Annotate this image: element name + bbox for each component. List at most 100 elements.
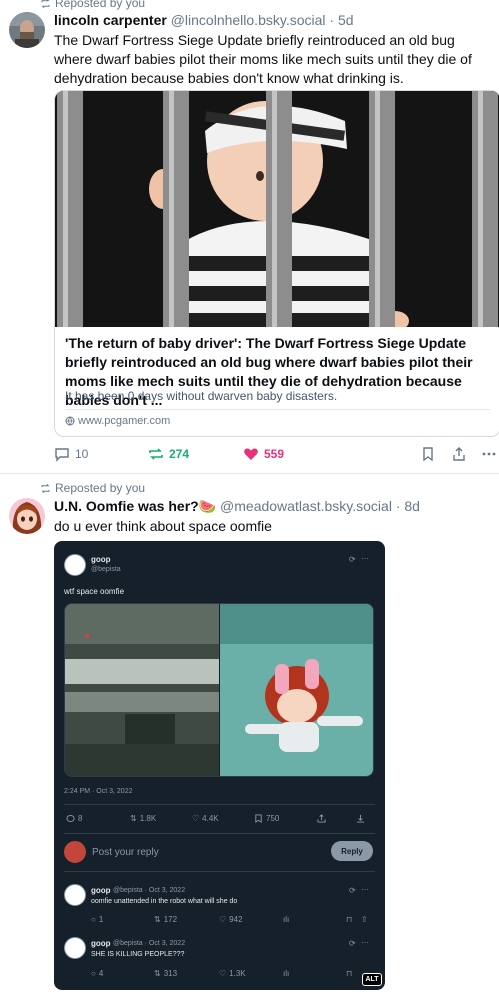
bookmark-icon — [423, 447, 433, 462]
more-icon: ··· — [361, 885, 369, 894]
repost-count: 274 — [169, 447, 190, 461]
like-count: 559 — [264, 447, 285, 461]
sync-icon: ⟳ — [349, 939, 356, 948]
repost-button[interactable]: 274 — [148, 446, 189, 462]
tweet-like-stat: ♡ 4.4K — [192, 814, 219, 823]
share-icon — [453, 447, 465, 461]
repost-icon — [41, 0, 50, 8]
tweet-divider — [64, 833, 375, 834]
embedded-image[interactable]: goop @bepista ⟳ ··· wtf space oomfie 2:2… — [54, 541, 385, 990]
like-button[interactable]: 559 — [243, 446, 284, 462]
avatar[interactable] — [9, 498, 45, 534]
repost-icon — [149, 448, 163, 460]
embed-domain: www.pcgamer.com — [65, 415, 170, 427]
post-header: lincoln carpenter @lincolnhello.bsky.soc… — [54, 12, 354, 28]
author-handle[interactable]: @lincolnhello.bsky.social — [171, 12, 326, 28]
bookmark-icon: ⊓ — [346, 969, 353, 978]
more-icon: ··· — [361, 938, 369, 947]
tweet-views-stat: 750 — [254, 814, 279, 823]
reply-like-count: 942 — [229, 915, 243, 924]
repost-indicator: Reposted by you — [40, 481, 145, 495]
share-icon — [317, 814, 326, 823]
tweet-divider — [64, 804, 375, 805]
post-text: The Dwarf Fortress Siege Update briefly … — [54, 32, 472, 86]
feed-post[interactable]: Reposted by you lincoln carpenter @linco… — [0, 0, 499, 472]
embed-description: It has been 0 days without dwarven baby … — [65, 389, 338, 403]
reply-stat-likes: ♡ 1.3K — [219, 969, 246, 978]
repost-indicator: Reposted by you — [40, 0, 145, 10]
avatar[interactable] — [9, 12, 45, 48]
reply-submit-button: Reply — [331, 841, 373, 861]
analytics-icon: ılı — [283, 915, 290, 924]
more-options-button[interactable] — [481, 446, 497, 462]
reply-count: 10 — [75, 447, 89, 461]
tweet-retweet-stat: ⇅ 1.8K — [130, 814, 156, 823]
tweet-like-count: 4.4K — [202, 814, 219, 823]
embed-thumbnail — [55, 91, 499, 327]
reply-author-name: goop — [91, 939, 111, 948]
tweet-text: wtf space oomfie — [64, 587, 125, 596]
tweet-timestamp: 2:24 PM · Oct 3, 2022 — [64, 788, 133, 795]
reply-reply-count: 4 — [98, 969, 104, 978]
post-text: do u ever think about space oomfie — [54, 518, 272, 534]
reply-reply-count: 1 — [98, 915, 104, 924]
author-name[interactable]: U.N. Oomfie was her?🍉 — [54, 498, 216, 514]
repost-label: Reposted by you — [55, 0, 146, 10]
embed-domain-text: www.pcgamer.com — [78, 415, 171, 427]
sync-icon: ⟳ — [349, 886, 356, 895]
more-icon: ··· — [361, 554, 369, 563]
tweet-retweet-count: 1.8K — [139, 814, 157, 823]
globe-icon — [65, 416, 75, 426]
reply-retweet-count: 313 — [163, 969, 178, 978]
tweet-reply-count: 8 — [78, 814, 83, 823]
heart-outline-icon: ♡ — [192, 814, 200, 823]
heart-icon — [244, 448, 258, 460]
sync-icon: ⟳ — [349, 555, 356, 564]
reply-avatar — [64, 884, 86, 906]
author-handle[interactable]: @meadowatlast.bsky.social — [220, 498, 392, 514]
reply-text: oomfie unattended in the robot what will… — [91, 898, 238, 905]
analytics-icon: ılı — [283, 969, 290, 978]
reply-stat-replies: ○ 4 — [91, 969, 104, 978]
reply-composer-avatar — [64, 841, 86, 863]
tweet-avatar — [64, 554, 86, 576]
tweet-view-count: 750 — [266, 814, 280, 823]
repost-label: Reposted by you — [55, 481, 146, 495]
author-name[interactable]: lincoln carpenter — [54, 12, 167, 28]
post-actions: 10 274 559 — [54, 446, 499, 466]
reply-author-name: goop — [91, 886, 111, 895]
repost-icon — [41, 483, 50, 493]
download-icon — [356, 814, 365, 823]
reply-avatar — [64, 937, 86, 959]
share-icon: ⇧ — [361, 915, 368, 924]
reply-button[interactable]: 10 — [54, 446, 88, 462]
retweet-icon: ⇅ — [130, 814, 137, 823]
reply-stat-retweets: ⇅ 172 — [154, 915, 178, 924]
tweet-reply-stat: 8 — [66, 814, 82, 823]
post-time[interactable]: · 8d — [396, 498, 420, 514]
link-embed-card[interactable]: 'The return of baby driver': The Dwarf F… — [54, 90, 499, 437]
reply-meta: @bepista · Oct 3, 2022 — [113, 940, 186, 947]
reply-text: SHE IS KILLING PEOPLE??? — [91, 951, 185, 958]
post-time[interactable]: · 5d — [329, 12, 353, 28]
tweet-author-name: goop — [91, 555, 111, 564]
tweet-divider — [64, 871, 375, 872]
reply-stat-retweets: ⇅ 313 — [154, 969, 178, 978]
reply-placeholder: Post your reply — [92, 847, 159, 858]
bookmark-button[interactable] — [420, 446, 436, 462]
tweet-media — [64, 603, 374, 777]
share-button[interactable] — [451, 446, 467, 462]
reply-stat-likes: ♡ 942 — [219, 915, 243, 924]
embed-divider — [65, 409, 490, 410]
bookmark-icon: ⊓ — [346, 915, 353, 924]
more-icon — [482, 452, 496, 456]
reply-stat-replies: ○ 1 — [91, 915, 104, 924]
tweet-author-handle: @bepista — [91, 566, 121, 573]
alt-text-badge[interactable]: ALT — [362, 973, 382, 986]
reply-retweet-count: 172 — [163, 915, 178, 924]
bookmark-icon — [255, 814, 262, 823]
reply-like-count: 1.3K — [229, 969, 246, 978]
reply-icon — [55, 448, 69, 462]
reply-meta: @bepista · Oct 3, 2022 — [113, 887, 186, 894]
reply-icon — [66, 814, 75, 823]
